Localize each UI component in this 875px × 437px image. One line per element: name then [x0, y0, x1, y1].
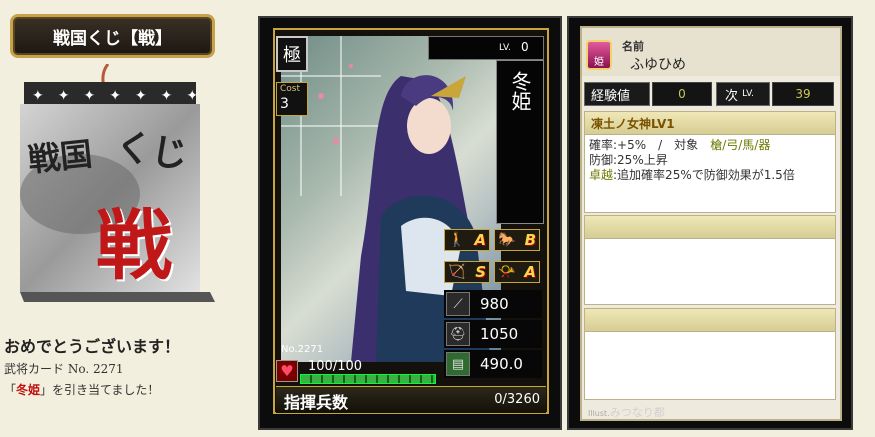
skill-header: 凍土ノ女神LV1: [585, 112, 835, 135]
illustrator-credit: Illust.みつなり都: [588, 404, 665, 420]
illust-artist: みつなり都: [609, 406, 665, 419]
next-level-label: 次 LV.: [716, 82, 770, 106]
next-label: 次: [725, 88, 739, 104]
skill-box-3: [584, 308, 836, 400]
helmet-icon: ⛑: [446, 322, 470, 346]
level-bar: LV. 0: [428, 36, 544, 60]
experience-row: 経験値 0 次 LV. 39: [584, 82, 834, 106]
aptitude-grade: A: [524, 263, 536, 281]
skill-box-1: 凍土ノ女神LV1 確率:+5% / 対象 槍/弓/馬/器 防御:25%上昇 卓越…: [584, 111, 836, 213]
card-number: 2271: [297, 344, 324, 355]
skill-box-2: [584, 215, 836, 305]
skill-excellence-label: 卓越: [589, 168, 614, 182]
conch-horn-icon: 📯: [498, 264, 516, 280]
cost-value: 3: [280, 96, 289, 112]
name-header: [582, 28, 840, 76]
aptitude-spear-soldier: 🚶 A: [444, 229, 490, 251]
lottery-logo: ✦ ✦ ✦ ✦ ✦ ✦ ✦ 戦国 くじ 戦: [10, 63, 220, 309]
aptitude-grade: B: [524, 231, 536, 249]
hp-row: ♥ 100/100: [276, 358, 436, 384]
heart-icon: ♥: [276, 360, 298, 382]
troops-value: 0/3260: [494, 392, 540, 407]
card-name-box: 冬姫: [496, 60, 544, 224]
exp-label: 経験値: [584, 82, 650, 106]
congrats-message: おめでとうございます！: [4, 337, 181, 356]
troops-bar: 指揮兵数 0/3260: [276, 386, 546, 413]
aptitude-grade: S: [475, 263, 486, 281]
card-number-tag: No.2271: [281, 344, 323, 355]
skill-description: 確率:+5% / 対象 槍/弓/馬/器 防御:25%上昇 卓越:追加確率25%で…: [585, 135, 835, 186]
name-label: 名前: [622, 40, 644, 53]
aptitude-cavalry: 🐎 B: [494, 229, 540, 251]
logo-text-sengoku: 戦国: [26, 134, 95, 180]
cavalry-icon: 🐎: [498, 232, 516, 248]
aptitude-grade: A: [474, 231, 486, 249]
skill-rate-target: 確率:+5% / 対象: [589, 138, 711, 152]
lottery-title: 戦国くじ【戦】: [53, 28, 172, 49]
next-lv-label: LV.: [742, 89, 755, 99]
number-label: No.: [281, 344, 298, 355]
svg-text:✦ ✦ ✦ ✦ ✦ ✦ ✦: ✦ ✦ ✦ ✦ ✦ ✦ ✦: [32, 88, 198, 104]
stat-value: 980: [480, 295, 509, 313]
drawn-card-message: 「冬姫」を引き当てました！: [4, 381, 159, 398]
book-icon: ▤: [446, 352, 470, 376]
exp-value: 0: [652, 82, 712, 106]
cost-box: Cost 3: [276, 82, 308, 116]
level-value: 0: [521, 40, 529, 54]
stat-attack: ⟋ 980: [444, 290, 542, 318]
lottery-title-banner: 戦国くじ【戦】: [10, 14, 215, 58]
drawn-suffix: 」を引き当てました！: [40, 383, 160, 397]
card-name: 冬姫: [508, 71, 532, 111]
hp-bar: [300, 374, 436, 384]
name-reading: ふゆひめ: [630, 57, 686, 73]
skill-excellence-text: :追加確率25%で防御効果が1.5倍: [613, 168, 795, 182]
logo-text-sen: 戦: [96, 201, 172, 290]
spear-icon: ⟋: [446, 292, 470, 316]
skill-header-empty: [585, 309, 835, 332]
aptitude-siege: 📯 A: [494, 261, 540, 283]
skill-header-empty: [585, 216, 835, 239]
stat-intelligence: ▤ 490.0: [444, 350, 542, 378]
hp-value: 100/100: [308, 359, 363, 374]
skill-line-3: 卓越:追加確率25%で防御効果が1.5倍: [589, 168, 831, 183]
bow-icon: 🏹: [448, 264, 466, 280]
stat-defense: ⛑ 1050: [444, 320, 542, 348]
aptitude-bow: 🏹 S: [444, 261, 490, 283]
logo-text-kuji: くじ: [113, 125, 191, 177]
princess-badge: 姫: [586, 40, 612, 70]
stat-value: 490.0: [480, 355, 523, 373]
skill-name: 凍土ノ女神LV1: [591, 117, 675, 131]
skill-line-1: 確率:+5% / 対象 槍/弓/馬/器: [589, 138, 831, 153]
cost-label: Cost: [280, 84, 301, 94]
next-level-value: 39: [772, 82, 834, 106]
rarity-badge: 極: [276, 36, 308, 72]
troops-label: 指揮兵数: [284, 393, 349, 412]
spear-soldier-icon: 🚶: [448, 232, 466, 248]
skill-target-units: 槍/弓/馬/器: [710, 138, 771, 152]
drawn-card-name: 冬姫: [16, 383, 41, 397]
illust-label: Illust.: [588, 409, 610, 418]
stat-value: 1050: [480, 325, 519, 343]
drawn-prefix: 「: [4, 383, 17, 397]
card-number-message: 武将カード No. 2271: [4, 362, 124, 376]
level-label: LV.: [499, 43, 511, 53]
skill-line-2: 防御:25%上昇: [589, 153, 668, 167]
